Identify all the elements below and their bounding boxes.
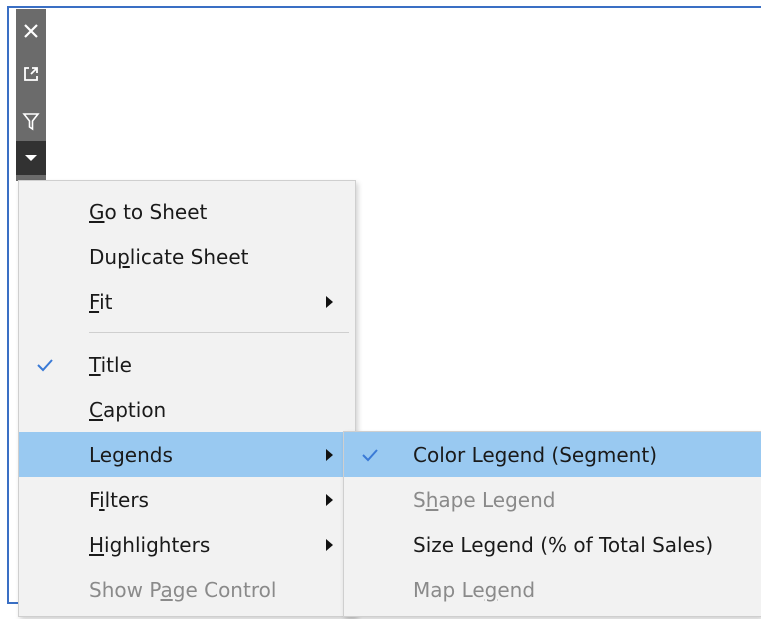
menu-item-title[interactable]: Title bbox=[19, 342, 355, 387]
menu-item-go-to-sheet[interactable]: Go to Sheet bbox=[19, 189, 355, 234]
menu-item-label: Shape Legend bbox=[413, 487, 556, 512]
menu-item-label: Highlighters bbox=[89, 532, 211, 557]
menu-item-label: Caption bbox=[89, 397, 167, 422]
popout-button[interactable] bbox=[16, 60, 46, 88]
filter-icon bbox=[22, 113, 40, 131]
submenu-arrow-icon bbox=[326, 493, 333, 506]
menu-item-label: Legends bbox=[89, 442, 173, 467]
menu-item-highlighters[interactable]: Highlighters bbox=[19, 522, 355, 567]
submenu-arrow-icon bbox=[326, 538, 333, 551]
more-options-button[interactable] bbox=[16, 141, 46, 175]
submenu-arrow-icon bbox=[326, 448, 333, 461]
legends-submenu: Color Legend (Segment) Shape Legend Size… bbox=[343, 431, 761, 617]
submenu-item-size-legend[interactable]: Size Legend (% of Total Sales) bbox=[344, 522, 761, 567]
checkmark-icon bbox=[358, 443, 382, 467]
menu-item-label: Color Legend (Segment) bbox=[413, 442, 658, 467]
menu-item-filters[interactable]: Filters bbox=[19, 477, 355, 522]
checkmark-icon bbox=[33, 353, 57, 377]
menu-item-show-page-control: Show Page Control bbox=[19, 567, 355, 612]
menu-item-label: Size Legend (% of Total Sales) bbox=[413, 532, 714, 557]
submenu-item-shape-legend: Shape Legend bbox=[344, 477, 761, 522]
menu-item-label: Show Page Control bbox=[89, 577, 277, 602]
submenu-item-color-legend[interactable]: Color Legend (Segment) bbox=[344, 432, 761, 477]
menu-item-legends[interactable]: Legends bbox=[19, 432, 355, 477]
menu-item-label: Map Legend bbox=[413, 577, 536, 602]
context-menu: Go to Sheet Duplicate Sheet Fit Title Ca… bbox=[18, 180, 356, 617]
menu-item-label: Fit bbox=[89, 289, 113, 314]
close-button[interactable] bbox=[16, 17, 46, 45]
menu-item-label: Go to Sheet bbox=[89, 199, 208, 224]
more-options-icon bbox=[25, 155, 37, 161]
submenu-arrow-icon bbox=[326, 295, 333, 308]
menu-item-label: Title bbox=[89, 352, 132, 377]
menu-separator bbox=[89, 332, 349, 333]
menu-item-fit[interactable]: Fit bbox=[19, 279, 355, 324]
popout-icon bbox=[24, 67, 38, 81]
menu-item-duplicate-sheet[interactable]: Duplicate Sheet bbox=[19, 234, 355, 279]
filter-button[interactable] bbox=[16, 108, 46, 136]
close-icon bbox=[24, 24, 38, 38]
submenu-item-map-legend: Map Legend bbox=[344, 567, 761, 612]
menu-item-caption[interactable]: Caption bbox=[19, 387, 355, 432]
menu-item-label: Filters bbox=[89, 487, 149, 512]
menu-item-label: Duplicate Sheet bbox=[89, 244, 249, 269]
